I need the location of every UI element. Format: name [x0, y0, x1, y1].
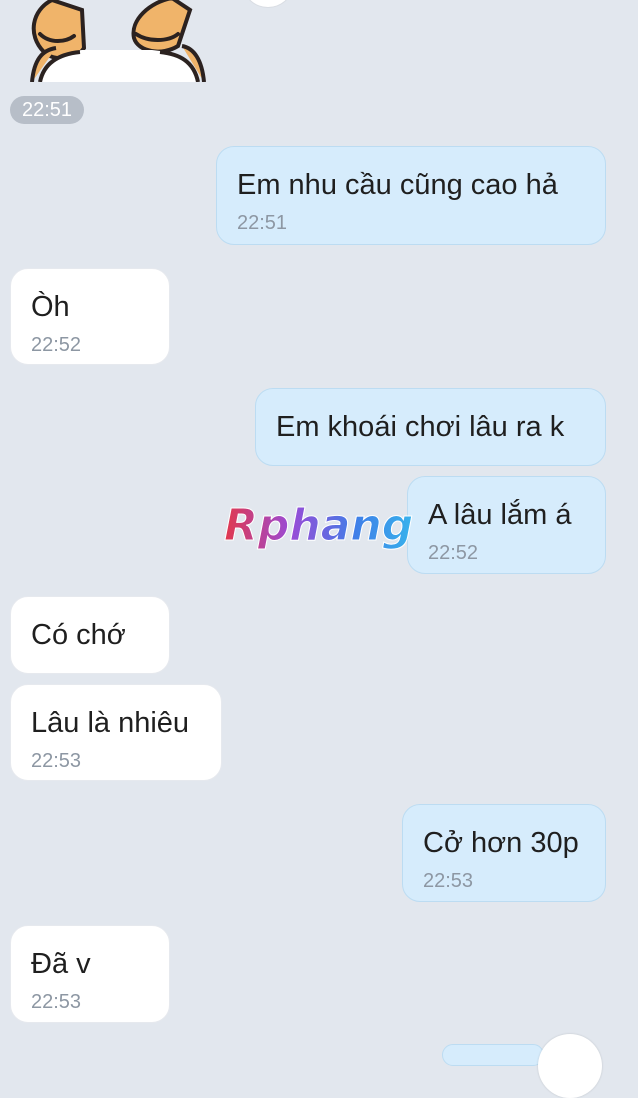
avatar[interactable] — [538, 1034, 602, 1098]
chat-thread: 22:51 Em nhu cầu cũng cao hả 22:51 Òh 22… — [0, 0, 638, 1098]
message-bubble-incoming[interactable]: Có chớ — [10, 596, 170, 674]
message-text: Lâu là nhiêu — [31, 707, 190, 739]
message-bubble-outgoing[interactable]: Cở hơn 30p 22:53 — [402, 804, 606, 902]
message-bubble-incoming[interactable]: Òh 22:52 — [10, 268, 170, 365]
message-time: 22:53 — [423, 870, 474, 892]
watermark-text: Rphang — [224, 500, 413, 551]
message-text: Đã v — [31, 948, 91, 980]
message-bubble-outgoing[interactable]: A lâu lắm á 22:52 — [407, 476, 606, 574]
message-text: Em khoái chơi lâu ra k — [276, 411, 565, 443]
message-text: Òh — [31, 291, 70, 323]
top-partial-avatar — [244, 0, 292, 8]
thumbs-up-cat-sticker-icon[interactable] — [22, 0, 212, 82]
message-text: Em nhu cầu cũng cao hả — [237, 169, 558, 201]
time-separator: 22:51 — [10, 96, 85, 124]
message-bubble-incoming[interactable]: Lâu là nhiêu 22:53 — [10, 684, 222, 781]
message-text: A lâu lắm á — [428, 499, 572, 531]
message-bubble-outgoing[interactable]: Em khoái chơi lâu ra k — [255, 388, 606, 466]
watermark-logo: Rphang — [224, 500, 414, 552]
message-text: Cở hơn 30p — [423, 827, 579, 859]
message-time: 22:53 — [31, 991, 82, 1013]
message-bubble-outgoing[interactable]: Em nhu cầu cũng cao hả 22:51 — [216, 146, 606, 245]
message-bubble-incoming[interactable]: Đã v 22:53 — [10, 925, 170, 1023]
message-time: 22:53 — [31, 750, 82, 772]
message-time: 22:52 — [31, 334, 82, 356]
message-text: Có chớ — [31, 619, 126, 651]
message-time: 22:51 — [237, 212, 288, 234]
partial-message-bubble[interactable] — [442, 1044, 544, 1066]
message-time: 22:52 — [428, 542, 479, 564]
